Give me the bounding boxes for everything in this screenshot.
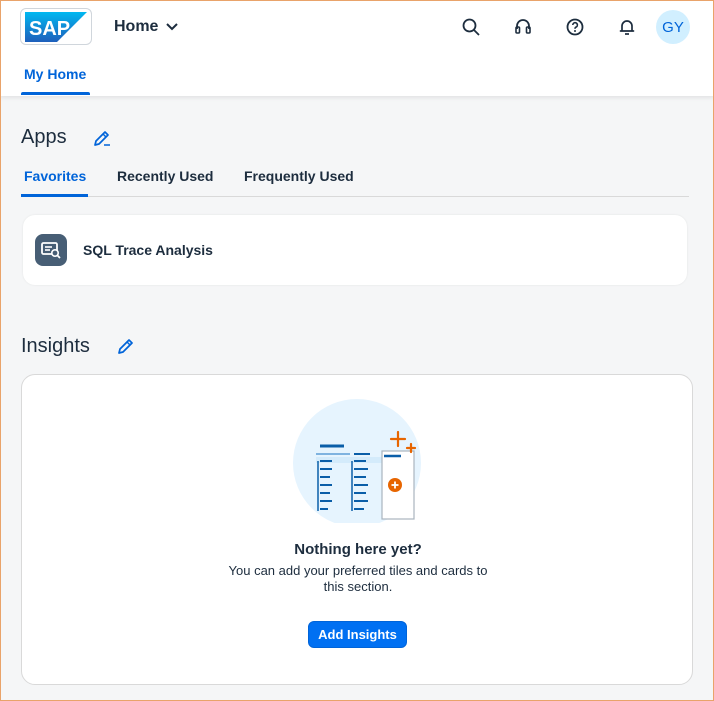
tab-recently-used[interactable]: Recently Used — [117, 168, 213, 184]
tab-frequently-used[interactable]: Frequently Used — [244, 168, 354, 184]
edit-apps-icon[interactable] — [92, 128, 112, 148]
insights-card: Nothing here yet? You can add your prefe… — [21, 374, 693, 685]
app-tile-label: SQL Trace Analysis — [83, 242, 213, 258]
tab-my-home[interactable]: My Home — [21, 60, 89, 96]
tab-favorites-indicator — [21, 194, 88, 197]
tab-active-indicator — [21, 92, 90, 95]
empty-state-title: Nothing here yet? — [294, 541, 422, 558]
shell-bar: SAP Home GY My Home — [0, 0, 714, 96]
apps-title: Apps — [21, 126, 67, 148]
avatar-initials: GY — [662, 18, 684, 36]
apps-tab-bar: Favorites Recently Used Frequently Used — [21, 160, 689, 197]
edit-insights-icon[interactable] — [116, 336, 136, 356]
app-tile-sql-trace-analysis[interactable]: SQL Trace Analysis — [23, 215, 687, 285]
headset-icon[interactable] — [510, 14, 536, 40]
sap-logo[interactable]: SAP — [20, 8, 92, 45]
search-icon[interactable] — [458, 14, 484, 40]
help-icon[interactable] — [562, 14, 588, 40]
chevron-down-icon — [166, 23, 179, 31]
user-avatar[interactable]: GY — [656, 10, 690, 44]
home-menu[interactable]: Home — [114, 16, 179, 38]
tab-favorites[interactable]: Favorites — [24, 168, 86, 184]
empty-state-illustration — [293, 399, 421, 523]
tab-my-home-label: My Home — [24, 66, 87, 82]
home-menu-label: Home — [114, 18, 159, 35]
add-insights-button[interactable]: Add Insights — [308, 621, 407, 648]
insights-title: Insights — [21, 335, 90, 357]
bell-icon[interactable] — [614, 14, 640, 40]
sap-logo-text: SAP — [29, 18, 70, 40]
sql-trace-icon — [35, 234, 67, 266]
sap-logo-icon: SAP — [25, 11, 87, 42]
empty-state-description: You can add your preferred tiles and car… — [228, 563, 488, 594]
